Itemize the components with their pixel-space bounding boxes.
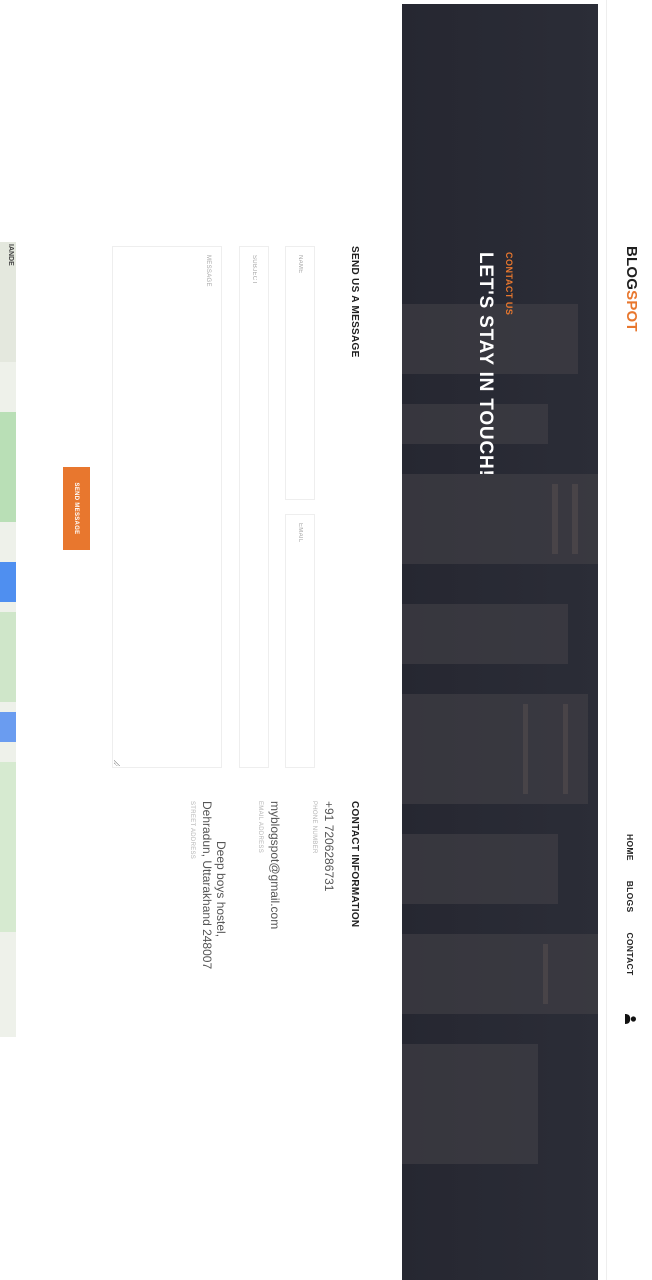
hero-headline: LET'S STAY IN TOUCH!: [475, 252, 496, 477]
map-park: [0, 412, 16, 522]
name-input[interactable]: [286, 247, 314, 499]
logo-text-spot: SPOT: [623, 290, 640, 332]
hero-building: [402, 1044, 538, 1164]
name-field[interactable]: [285, 246, 315, 500]
map-label: IANDE: [7, 244, 14, 266]
hero-window: [552, 484, 558, 554]
phone-label: PHONE NUMBER: [311, 801, 317, 854]
hero-building: [402, 834, 558, 904]
hero-window: [572, 484, 578, 554]
hero-kicker: CONTACT US: [504, 252, 514, 316]
hero-building: [402, 694, 588, 804]
email-value[interactable]: myblogspot@gmail.com: [268, 801, 282, 1016]
rotated-page: BLOGSPOT HOME BLOGS CONTACT CONTACT US L…: [0, 0, 652, 1280]
hero-window: [563, 704, 568, 794]
map-park: [0, 612, 16, 702]
navbar: BLOGSPOT HOME BLOGS CONTACT: [606, 0, 652, 1280]
email-label: EMAIL ADDRESS: [257, 801, 263, 854]
nav-item-home[interactable]: HOME: [625, 834, 635, 861]
hero-building: [402, 474, 598, 564]
map-water: [0, 562, 16, 602]
hero-banner: CONTACT US LET'S STAY IN TOUCH!: [402, 4, 598, 1280]
map-embed[interactable]: [0, 242, 16, 1037]
message-textarea[interactable]: [113, 247, 221, 767]
map-water: [0, 712, 16, 742]
form-title: SEND US A MESSAGE: [349, 246, 360, 358]
nav-menu: HOME BLOGS CONTACT: [625, 834, 635, 975]
send-message-button[interactable]: SEND MESSAGE: [63, 467, 90, 550]
message-field[interactable]: [112, 246, 222, 768]
map-park: [0, 762, 16, 932]
nav-item-blogs[interactable]: BLOGS: [625, 881, 635, 913]
address-item: Deep boys hostel, Dehradun, Uttarakhand …: [189, 801, 228, 1016]
logo-text-blog: BLOG: [623, 246, 640, 291]
site-logo[interactable]: BLOGSPOT: [623, 246, 640, 332]
email-input[interactable]: [286, 515, 314, 767]
address-label: STREET ADDRESS: [189, 801, 195, 860]
screen: BLOGSPOT HOME BLOGS CONTACT CONTACT US L…: [0, 0, 652, 1280]
hero-window: [543, 944, 548, 1004]
hero-window: [523, 704, 528, 794]
subject-field[interactable]: [239, 246, 269, 768]
user-icon[interactable]: [625, 1013, 637, 1025]
phone-item: +91 7206286731 PHONE NUMBER: [311, 801, 336, 1016]
nav-item-contact[interactable]: CONTACT: [625, 932, 635, 975]
email-item: myblogspot@gmail.com EMAIL ADDRESS: [257, 801, 282, 1016]
resize-grip-icon[interactable]: [114, 759, 121, 766]
hero-building: [402, 934, 598, 1014]
phone-value: +91 7206286731: [322, 801, 336, 892]
email-field[interactable]: [285, 514, 315, 768]
contact-info-title: CONTACT INFORMATION: [349, 801, 360, 928]
address-line1: Deep boys hostel,: [214, 841, 228, 938]
subject-input[interactable]: [240, 247, 268, 767]
address-line2: Dehradun, Uttarakhand 248007: [200, 801, 214, 970]
hero-building: [402, 604, 568, 664]
